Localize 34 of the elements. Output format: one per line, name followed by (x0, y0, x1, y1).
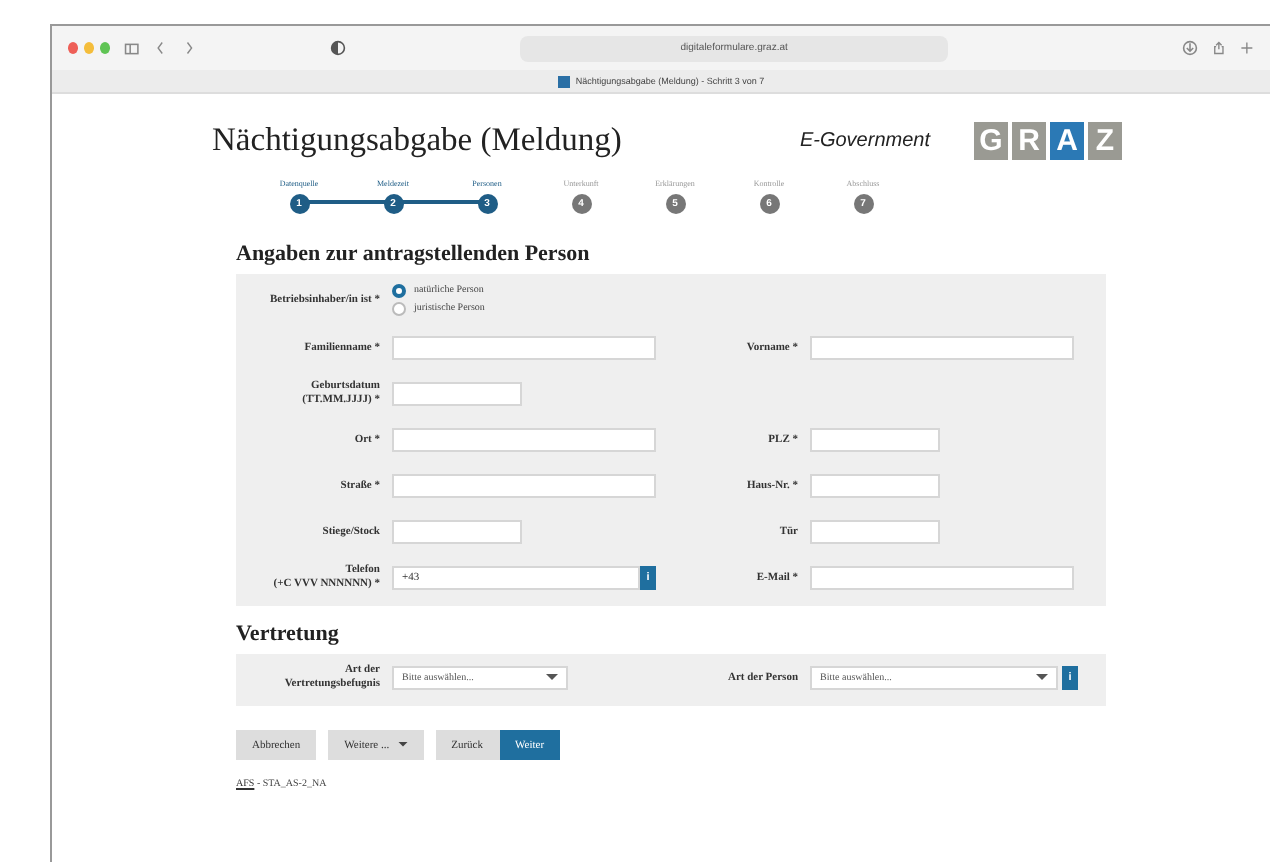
section-heading: Angaben zur antragstellenden Person (236, 242, 592, 266)
caret-icon (397, 742, 408, 748)
text-field[interactable] (392, 336, 656, 360)
caret-icon (1036, 674, 1048, 682)
logo-letter: Z (1088, 121, 1122, 159)
share-icon[interactable] (1212, 40, 1227, 56)
favicon-icon (557, 75, 570, 87)
text-field[interactable] (392, 382, 522, 406)
text-field[interactable] (810, 474, 940, 498)
maximize-icon[interactable] (100, 42, 111, 54)
shield-icon[interactable] (329, 40, 346, 56)
logo-letter: A (1050, 121, 1084, 159)
sidebar-icon[interactable] (124, 39, 141, 57)
close-icon[interactable] (68, 42, 79, 54)
logo-letter: G (974, 121, 1008, 159)
section-heading: Vertretung (236, 622, 341, 646)
page-title: Nächtigungsabgabe (Meldung) (212, 120, 624, 160)
text-field[interactable] (392, 474, 656, 498)
download-icon[interactable] (1182, 40, 1199, 56)
subtitle: E-Government (799, 129, 930, 151)
text-field[interactable] (392, 520, 522, 544)
plus-icon[interactable] (1240, 40, 1254, 56)
text-field[interactable] (810, 566, 1074, 590)
text-field[interactable] (810, 428, 940, 452)
text-field[interactable] (810, 520, 940, 544)
text-field[interactable] (810, 336, 1074, 360)
radio-button[interactable] (392, 302, 406, 316)
minimize-icon[interactable] (84, 42, 95, 54)
caret-icon (546, 674, 558, 682)
text-field[interactable] (392, 428, 656, 452)
radio-button[interactable] (392, 284, 406, 298)
back-icon[interactable] (154, 40, 168, 56)
logo-letter: R (1012, 121, 1046, 159)
forward-icon[interactable] (182, 40, 196, 56)
